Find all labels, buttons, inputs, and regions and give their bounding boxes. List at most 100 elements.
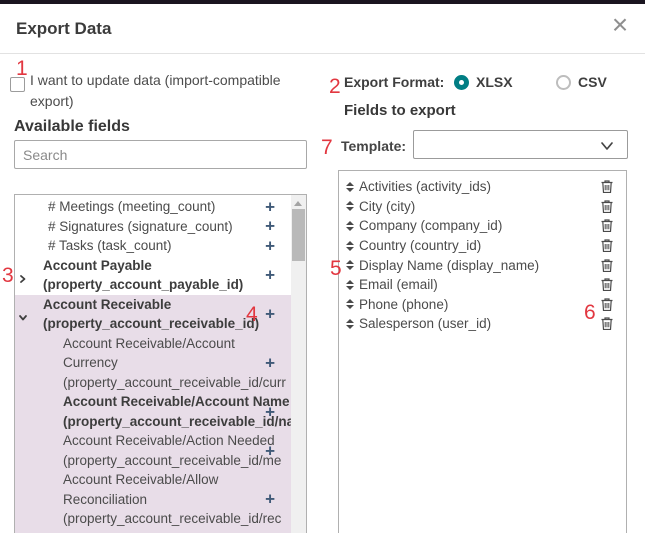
delete-field-icon[interactable]	[601, 298, 613, 311]
template-label: Template:	[341, 138, 406, 154]
export-field-row[interactable]: Country (country_id)	[339, 236, 626, 256]
field-label-line: Account Payable	[43, 256, 292, 276]
export-field-left: Email (email)	[346, 277, 601, 292]
export-field-label: Email (email)	[359, 277, 438, 292]
add-field-icon[interactable]: +	[265, 491, 275, 508]
drag-handle-icon[interactable]	[346, 260, 354, 270]
delete-field-icon[interactable]	[601, 219, 613, 232]
annotation-number-5: 5	[330, 258, 342, 279]
field-label-line: Account Receivable/Action Needed	[63, 431, 292, 451]
available-field-item[interactable]: Account Receivable/Allowed	[15, 529, 292, 533]
export-field-row[interactable]: Phone (phone)	[339, 295, 626, 315]
export-field-row[interactable]: Company (company_id)	[339, 216, 626, 236]
export-field-label: Salesperson (user_id)	[359, 316, 491, 331]
radio-xlsx[interactable]: XLSX	[454, 74, 513, 90]
available-field-item[interactable]: Account Receivable/Action Needed(propert…	[15, 431, 292, 470]
export-field-row[interactable]: Salesperson (user_id)	[339, 314, 626, 334]
drag-handle-icon[interactable]	[346, 201, 354, 211]
export-field-left: Company (company_id)	[346, 218, 601, 233]
annotation-number-7: 7	[321, 137, 333, 158]
available-field-item[interactable]: Account Receivable/AccountCurrency(prope…	[15, 334, 292, 393]
annotation-number-6: 6	[584, 302, 596, 323]
available-field-item[interactable]: # Tasks (task_count)+	[15, 236, 292, 256]
field-label-line: # Tasks (task_count)	[48, 236, 292, 256]
close-icon: ×	[612, 9, 628, 40]
header-divider	[0, 53, 645, 54]
export-field-row[interactable]: Email (email)	[339, 275, 626, 295]
drag-handle-icon[interactable]	[346, 299, 354, 309]
radio-csv-label: CSV	[578, 74, 607, 90]
dialog-title: Export Data	[16, 19, 111, 39]
close-button[interactable]: ×	[605, 10, 635, 40]
add-field-icon[interactable]: +	[265, 354, 275, 371]
annotation-number-2: 2	[329, 76, 341, 97]
field-label-line: Account Receivable/Allow	[63, 470, 292, 490]
chevron-down-icon[interactable]	[18, 309, 28, 319]
field-label-line: Account Receivable/Account	[63, 334, 292, 354]
add-field-icon[interactable]: +	[265, 267, 275, 284]
export-field-left: City (city)	[346, 199, 601, 214]
drag-handle-icon[interactable]	[346, 221, 354, 231]
delete-field-icon[interactable]	[601, 259, 613, 272]
fields-to-export-list: Activities (activity_ids) City (city) Comp…	[338, 170, 627, 533]
delete-field-icon[interactable]	[601, 200, 613, 213]
add-field-icon[interactable]: +	[265, 306, 275, 323]
export-field-label: Phone (phone)	[359, 297, 448, 312]
add-field-icon[interactable]: +	[265, 198, 275, 215]
available-field-item[interactable]: Account Payable(property_account_payable…	[15, 256, 292, 295]
export-field-left: Display Name (display_name)	[346, 258, 601, 273]
add-field-icon[interactable]: +	[265, 442, 275, 459]
export-field-label: Activities (activity_ids)	[359, 179, 491, 194]
drag-handle-icon[interactable]	[346, 182, 354, 192]
export-field-label: City (city)	[359, 199, 415, 214]
export-field-row[interactable]: Activities (activity_ids)	[339, 177, 626, 197]
scrollbar-up-arrow-icon[interactable]	[294, 201, 302, 206]
export-field-row[interactable]: City (city)	[339, 197, 626, 217]
radio-csv-icon	[556, 75, 571, 90]
available-field-item[interactable]: Account Receivable/Account Name(property…	[15, 392, 292, 431]
add-field-icon[interactable]: +	[265, 403, 275, 420]
delete-field-icon[interactable]	[601, 239, 613, 252]
field-label-line: (property_account_receivable_id/curr	[63, 373, 292, 393]
add-field-icon[interactable]: +	[265, 237, 275, 254]
field-label-line: (property_account_receivable_id/me	[63, 451, 292, 471]
available-field-item[interactable]: # Meetings (meeting_count)+	[15, 197, 292, 217]
radio-csv[interactable]: CSV	[556, 74, 607, 90]
delete-field-icon[interactable]	[601, 278, 613, 291]
chevron-down-icon	[600, 139, 614, 157]
drag-handle-icon[interactable]	[346, 280, 354, 290]
field-label-line: (property_account_receivable_id/nam	[63, 412, 292, 432]
chevron-right-icon[interactable]	[18, 270, 28, 280]
field-label-line: Account Receivable/Allowed	[63, 529, 292, 533]
annotation-number-4: 4	[246, 304, 258, 325]
field-label-line: # Meetings (meeting_count)	[48, 197, 292, 217]
export-field-label: Country (country_id)	[359, 238, 481, 253]
field-label-line: Currency	[63, 353, 292, 373]
annotation-number-1: 1	[16, 58, 28, 79]
export-field-row[interactable]: Display Name (display_name)	[339, 255, 626, 275]
template-select[interactable]	[413, 130, 628, 159]
available-field-item[interactable]: # Signatures (signature_count)+	[15, 217, 292, 237]
radio-xlsx-label: XLSX	[476, 74, 513, 90]
field-label-line: Reconciliation	[63, 490, 292, 510]
scrollbar[interactable]	[291, 195, 306, 533]
drag-handle-icon[interactable]	[346, 241, 354, 251]
background-page-strip	[0, 0, 645, 4]
available-fields-list: # Meetings (meeting_count)+# Signatures …	[14, 194, 307, 533]
search-input[interactable]	[14, 140, 307, 169]
drag-handle-icon[interactable]	[346, 319, 354, 329]
delete-field-icon[interactable]	[601, 180, 613, 193]
delete-field-icon[interactable]	[601, 317, 613, 330]
available-field-item[interactable]: Account Receivable/AllowReconciliation(p…	[15, 470, 292, 529]
field-label-line: (property_account_receivable_id/rec	[63, 509, 292, 529]
update-data-label: I want to update data (import-compatible…	[30, 70, 298, 112]
add-field-icon[interactable]: +	[265, 218, 275, 235]
scrollbar-thumb[interactable]	[292, 209, 305, 261]
export-field-label: Display Name (display_name)	[359, 258, 539, 273]
export-field-left: Country (country_id)	[346, 238, 601, 253]
export-format-label: Export Format:	[344, 74, 444, 90]
field-label-line: # Signatures (signature_count)	[48, 217, 292, 237]
radio-xlsx-icon	[454, 75, 469, 90]
export-field-label: Company (company_id)	[359, 218, 502, 233]
available-fields-heading: Available fields	[14, 118, 130, 136]
